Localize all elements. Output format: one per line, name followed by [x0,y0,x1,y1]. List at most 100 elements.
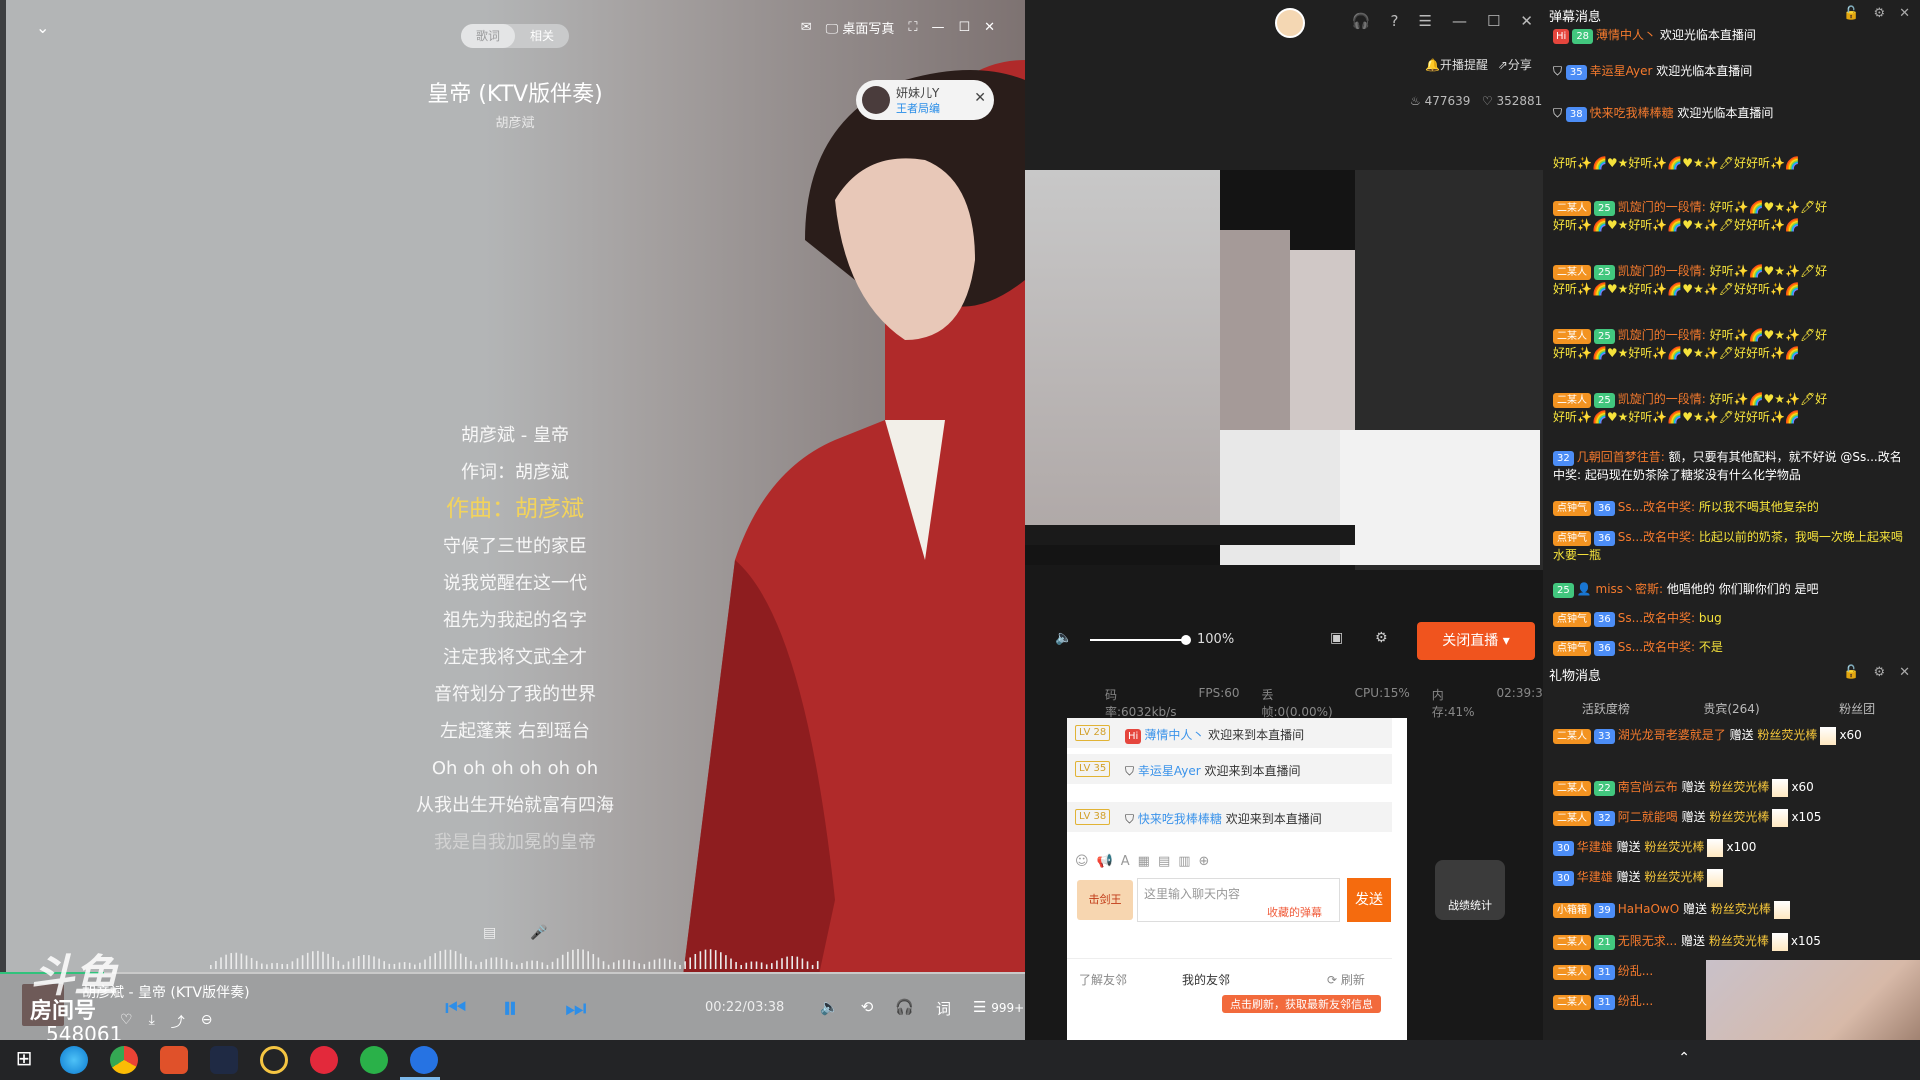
mail-icon[interactable]: ✉ [801,20,812,35]
user-chip[interactable]: 妍妹儿Y 王者局编 ✕ [856,80,994,120]
help-icon[interactable]: ? [1391,12,1399,30]
unlock-icon[interactable]: 🔓 [1843,6,1859,21]
danmu-user[interactable]: Ss...改名中奖: [1618,530,1695,544]
chat-user[interactable]: 幸运星Ayer [1138,764,1201,778]
wechat-icon[interactable] [360,1046,388,1074]
settings-icon[interactable]: ⚙ [1873,665,1885,680]
gift-user[interactable]: 无限无求... [1618,934,1677,948]
collapse-chevron-icon[interactable]: ⌄ [36,18,49,37]
progress-bar[interactable] [0,972,1025,974]
danmu-user[interactable]: Ss...改名中奖: [1618,500,1695,514]
fullscreen-icon[interactable]: ⛶ [908,20,917,35]
gift-user[interactable]: 南宫尚云布 [1618,780,1678,794]
danmu-user[interactable]: 凯旋门的一段情: [1618,328,1706,342]
download-icon[interactable]: ⤓ [149,1012,155,1032]
kugou-icon[interactable] [410,1046,438,1074]
tab-fans[interactable]: 粉丝团 [1794,700,1920,717]
danmu-user[interactable]: 几朝回首梦往昔: [1577,450,1665,464]
gift-user[interactable]: 湖光龙哥老婆就是了 [1618,728,1726,742]
danmu-user[interactable]: miss丶密斯: [1596,582,1664,596]
share-icon[interactable]: ⤴ [171,1012,185,1032]
windows-start-icon[interactable]: ⊞ [10,1046,38,1074]
netease-music-icon[interactable] [310,1046,338,1074]
font-icon[interactable]: A [1121,854,1130,869]
emoji-icon[interactable]: ☺ [1075,854,1089,869]
danmu-user[interactable]: 凯旋门的一段情: [1618,392,1706,406]
app-icon[interactable] [210,1046,238,1074]
tab-related[interactable]: 相关 [515,24,569,48]
menu-icon[interactable]: ☰ [1419,12,1432,30]
chrome-icon[interactable] [110,1046,138,1074]
gift-user[interactable]: HaHaOwO [1618,902,1679,916]
danmu-user[interactable]: Ss...改名中奖: [1618,640,1695,654]
box-icon[interactable]: ▤ [1158,854,1170,869]
speaker-icon[interactable]: 🔈 [1055,630,1072,646]
tray-chevron-icon[interactable]: ⌃ [1678,1050,1690,1066]
minimize-icon[interactable]: — [931,20,944,35]
send-button[interactable]: 发送 [1347,878,1391,922]
horn-icon[interactable]: 📢 [1097,854,1113,869]
danmu-user[interactable]: 凯旋门的一段情: [1618,264,1706,278]
tab-my-friends[interactable]: 我的友邻 [1182,971,1230,988]
stream-remind-button[interactable]: 🔔开播提醒 ⇗分享 [1425,56,1532,73]
refresh-button[interactable]: ⟳ 刷新 [1327,971,1365,988]
close-icon[interactable]: ✕ [984,20,995,35]
headphone-icon[interactable]: 🎧 [895,998,914,1019]
pause-icon[interactable]: ⏸ [502,988,518,1027]
collected-danmu-link[interactable]: 收藏的弹幕 [1267,904,1322,920]
tab-vip[interactable]: 贵宾(264) [1669,700,1795,717]
gift-user[interactable]: 阿二就能喝 [1618,810,1678,824]
gift-user[interactable]: 纷乱... [1618,994,1653,1008]
chat-user[interactable]: 薄情中人丶 [1144,728,1204,742]
danmu-user[interactable]: Ss...改名中奖: [1618,611,1695,625]
gift-user[interactable]: 华建雄 [1577,870,1613,884]
chat-user[interactable]: 快来吃我棒棒糖 [1138,812,1222,826]
tab-lyrics[interactable]: 歌词 [461,24,515,48]
lock-icon[interactable]: ⊕ [1199,854,1210,869]
gift-box-icon[interactable]: ▥ [1178,854,1190,869]
tab-activity[interactable]: 活跃度榜 [1543,700,1669,717]
volume-icon[interactable]: 🔈 [820,998,839,1019]
danmu-user[interactable]: 薄情中人丶 [1596,28,1656,42]
sticker-icon[interactable]: ▦ [1138,854,1150,869]
camera-icon[interactable]: ▣ [1330,630,1343,646]
volume-knob[interactable] [1181,635,1191,645]
mic-icon[interactable]: 🎤 [530,925,547,941]
avatar[interactable] [1275,8,1305,38]
stop-stream-button[interactable]: 关闭直播 ▾ [1417,622,1535,660]
app-icon[interactable] [260,1046,288,1074]
settings-icon[interactable]: ⚙ [1375,630,1388,646]
song-artist[interactable]: 胡彦斌 [300,112,730,131]
gift-user[interactable]: 华建雄 [1577,840,1613,854]
close-icon[interactable]: ✕ [1899,6,1910,21]
settings-icon[interactable]: ⚙ [1873,6,1885,21]
maximize-icon[interactable]: ☐ [958,20,970,35]
next-icon[interactable]: ⏭ [565,994,587,1022]
edge-icon[interactable] [60,1046,88,1074]
close-icon[interactable]: ✕ [974,90,986,106]
danmu-user[interactable]: 幸运星Ayer [1590,64,1653,78]
close-icon[interactable]: ✕ [1899,665,1910,680]
minimize-icon[interactable]: — [1452,12,1467,30]
share-button[interactable]: ⇗分享 [1498,58,1532,72]
lyric-button[interactable]: 词 [936,998,951,1019]
maximize-icon[interactable]: ☐ [1487,12,1500,30]
playlist-button[interactable]: ☰ 999+ [973,998,1024,1019]
tab-know-friends[interactable]: 了解友邻 [1079,971,1127,988]
previous-icon[interactable]: ⏮ [445,994,467,1022]
danmu-user[interactable]: 快来吃我棒棒糖 [1590,106,1674,120]
unlock-icon[interactable]: 🔓 [1843,665,1859,680]
desktop-lyric-button[interactable]: 🖵 桌面写真 [826,18,895,37]
lyrics-related-toggle[interactable]: 歌词 相关 [461,24,569,48]
headset-icon[interactable]: 🎧 [1352,12,1371,30]
battle-stats-button[interactable]: 战绩统计 [1435,860,1505,920]
fan-medal[interactable]: 击剑王 [1077,880,1133,920]
loop-icon[interactable]: ⟲ [861,998,874,1019]
close-icon[interactable]: ✕ [1520,12,1533,30]
gift-user[interactable]: 纷乱... [1618,964,1653,978]
more-icon[interactable]: ⊖ [201,1012,213,1032]
app-icon[interactable] [160,1046,188,1074]
danmu-user[interactable]: 凯旋门的一段情: [1618,200,1706,214]
volume-slider[interactable] [1090,639,1185,641]
film-icon[interactable]: ▤ [483,925,496,941]
